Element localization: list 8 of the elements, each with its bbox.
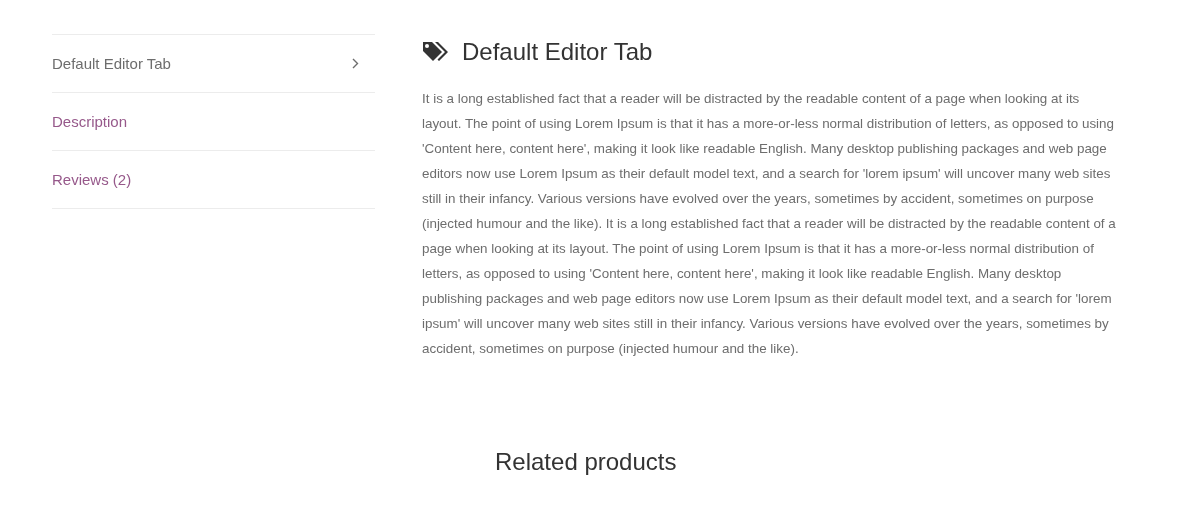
tags-icon [422,41,450,63]
tab[interactable]: Description [52,93,375,150]
panel-title: Default Editor Tab [462,38,653,66]
tab[interactable]: Reviews (2) [52,151,375,208]
description-paragraph: It is a long established fact that a reader will be distracted by the readable content of a page when looking at its layout. The point of using Lorem Ipsum is that it has a more-or-less normal distribution of letters, as opposed to using 'Content here, content here', making it look like readable English. Many desktop publishing packages and web page editors now use Lorem Ipsum as their default model text, and a search for 'lorem ipsum' will uncover many web sites still in their infancy. Various versions have evolved over the years, sometimes by accident, sometimes on purpose (injected humour and the like). It is a long established fact that a reader will be distracted by the readable content of a page when looking at its layout. The point of using Lorem Ipsum is that it has a more-or-less normal distribution of letters, as opposed to using 'Content here, content here', making it look like readable English. Many desktop publishing packages and web page editors now use Lorem Ipsum as their default model text, and a search for 'lorem ipsum' will uncover many web sites still in their infancy. Various versions have evolved over the years, sometimes by accident, sometimes on purpose (injected humour and the like). [422,90,1117,358]
chevron-right-icon [352,58,359,69]
section-heading: Related products [495,448,678,476]
tab[interactable]: Default Editor Tab [52,35,375,92]
